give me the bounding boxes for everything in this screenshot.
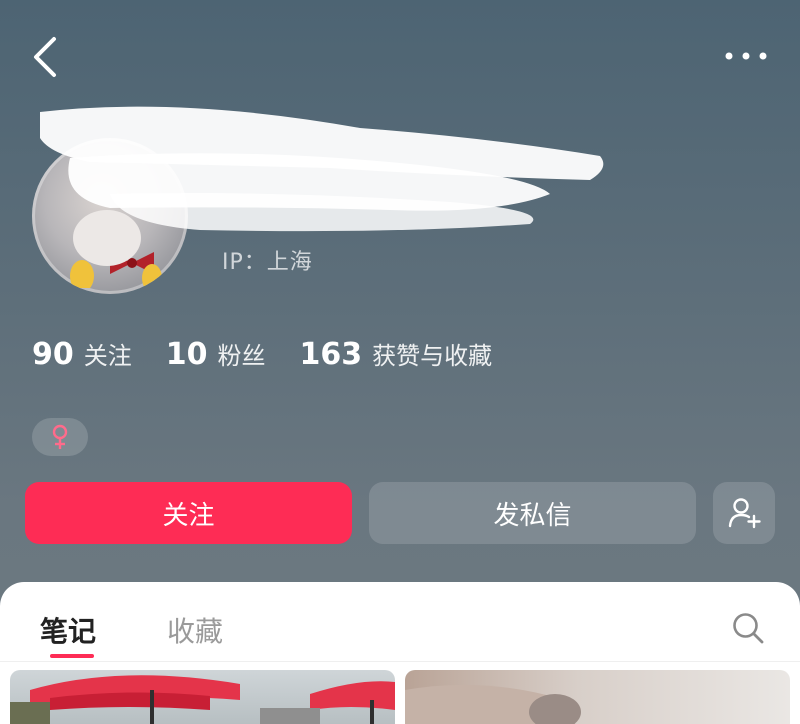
stat-number: 10	[165, 337, 208, 372]
active-tab-indicator	[50, 654, 94, 658]
more-button[interactable]	[720, 36, 772, 76]
add-friend-button[interactable]	[713, 482, 775, 544]
stats-row: 90 关注 10 粉丝 163 获赞与收藏	[32, 336, 492, 372]
tab-collections[interactable]: 收藏	[167, 610, 223, 650]
chevron-left-icon	[34, 37, 56, 77]
note-card-thumbnail[interactable]	[405, 670, 790, 724]
tab-divider	[0, 661, 800, 662]
gender-badge	[32, 418, 88, 456]
back-button[interactable]	[22, 34, 68, 80]
stat-likes-collects[interactable]: 163 获赞与收藏	[300, 336, 493, 372]
umbrella-photo	[10, 675, 395, 724]
search-button[interactable]	[726, 606, 770, 650]
more-horizontal-icon	[725, 52, 767, 60]
stat-label: 关注	[83, 342, 132, 370]
stat-number: 163	[299, 337, 363, 372]
message-button[interactable]: 发私信	[369, 482, 696, 544]
search-icon	[733, 613, 764, 644]
stat-following[interactable]: 90 关注	[32, 336, 132, 372]
stat-number: 90	[32, 337, 74, 372]
stat-label: 获赞与收藏	[372, 342, 493, 370]
tab-notes[interactable]: 笔记	[40, 610, 96, 650]
ip-location: IP：上海	[222, 250, 313, 275]
female-icon	[52, 424, 68, 449]
product-photo	[405, 684, 581, 724]
stat-followers[interactable]: 10 粉丝	[166, 336, 266, 372]
add-user-icon	[728, 498, 761, 529]
note-card-thumbnail[interactable]	[10, 670, 395, 724]
redacted-name-scribble	[40, 106, 604, 232]
follow-button[interactable]: 关注	[25, 482, 352, 544]
stat-label: 粉丝	[217, 342, 266, 370]
